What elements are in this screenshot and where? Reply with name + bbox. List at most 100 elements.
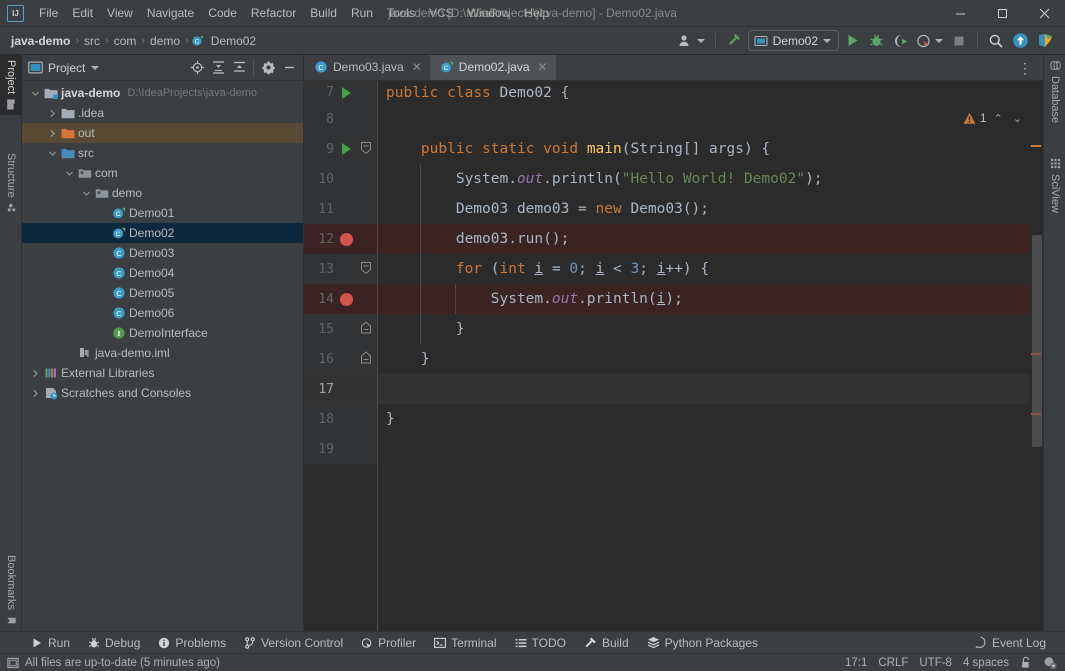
code-line-19[interactable]: 19 (304, 434, 1043, 464)
sidebar-item-project[interactable]: Project (0, 55, 22, 116)
editor-gutter[interactable]: 13 (304, 254, 378, 284)
search-everywhere-icon[interactable] (985, 30, 1007, 52)
editor-gutter[interactable]: 10 (304, 164, 378, 194)
previous-problem-button[interactable]: ⌃ (991, 112, 1006, 125)
breakpoint-stripe-mark[interactable] (1031, 353, 1041, 355)
user-avatar-icon[interactable] (675, 30, 708, 52)
run-gutter-icon[interactable] (336, 86, 356, 99)
menu-item-code[interactable]: Code (201, 3, 244, 23)
expand-all-icon[interactable] (208, 58, 228, 78)
menu-item-run[interactable]: Run (344, 3, 380, 23)
fold-region-end-icon[interactable] (356, 321, 376, 337)
editor-gutter[interactable]: 11 (304, 194, 378, 224)
tool-window-button-profiler[interactable]: Profiler (352, 632, 425, 654)
code-line-17[interactable]: 17 (304, 374, 1043, 404)
inspections-widget[interactable]: 1 ⌃ ⌄ (963, 111, 1025, 125)
run-with-coverage-icon[interactable] (889, 30, 911, 52)
code-editor[interactable]: 7 public class Demo02 {8 9 public static v… (304, 81, 1043, 631)
editor-gutter[interactable]: 16 (304, 344, 378, 374)
editor-gutter[interactable]: 15 (304, 314, 378, 344)
close-icon[interactable]: ✕ (538, 60, 548, 74)
tree-node-demo01[interactable]: C Demo01 (22, 203, 303, 223)
breadcrumb-item-com[interactable]: com (111, 33, 140, 49)
menu-item-refactor[interactable]: Refactor (244, 3, 303, 23)
chevron-right-icon[interactable] (45, 109, 59, 118)
warning-stripe-mark[interactable] (1031, 145, 1041, 147)
debug-icon[interactable] (865, 30, 887, 52)
sidebar-item-structure[interactable]: Structure (0, 148, 22, 219)
menu-item-navigate[interactable]: Navigate (140, 3, 201, 23)
read-write-lock-icon[interactable] (1020, 656, 1032, 669)
menu-item-help[interactable]: Help (517, 3, 556, 23)
tree-node-demointerface[interactable]: I DemoInterface (22, 323, 303, 343)
line-separator[interactable]: CRLF (878, 657, 908, 669)
chevron-right-icon[interactable] (28, 389, 42, 398)
code-line-15[interactable]: 15 } (304, 314, 1043, 344)
file-encoding[interactable]: UTF-8 (919, 657, 952, 669)
stop-icon[interactable] (948, 30, 970, 52)
menu-item-build[interactable]: Build (303, 3, 344, 23)
indent-setting[interactable]: 4 spaces (963, 657, 1009, 669)
code-line-9[interactable]: 9 public static void main(String[] args)… (304, 134, 1043, 164)
fold-region-start-icon[interactable] (356, 261, 376, 277)
editor-gutter[interactable]: 18 (304, 404, 378, 434)
tree-node-demo04[interactable]: C Demo04 (22, 263, 303, 283)
code-line-18[interactable]: 18} (304, 404, 1043, 434)
chevron-down-icon[interactable] (45, 149, 59, 158)
tab-demo02-java[interactable]: C Demo02.java ✕ (429, 55, 556, 80)
scrollbar-thumb[interactable] (1032, 235, 1042, 447)
sidebar-item-sciview[interactable]: SciView (1044, 153, 1065, 218)
settings-gear-icon[interactable] (258, 58, 278, 78)
editor-scrollbar[interactable] (1029, 107, 1043, 631)
editor-gutter[interactable]: 17 (304, 374, 378, 404)
tree-node-demo06[interactable]: C Demo06 (22, 303, 303, 323)
tool-window-button-terminal[interactable]: Terminal (425, 632, 505, 654)
breakpoint-stripe-mark-2[interactable] (1031, 413, 1041, 415)
code-line-16[interactable]: 16 } (304, 344, 1043, 374)
tree-node-scratches-and-consoles[interactable]: Scratches and Consoles (22, 383, 303, 403)
tree-node-demo03[interactable]: C Demo03 (22, 243, 303, 263)
breadcrumb-item-demo02[interactable]: C Demo02 (191, 33, 259, 49)
tree-node--idea[interactable]: .idea (22, 103, 303, 123)
project-tree[interactable]: java-demo D:\IdeaProjects\java-demo .idea o… (22, 81, 303, 631)
fold-region-end-icon[interactable] (356, 351, 376, 367)
tool-window-button-todo[interactable]: TODO (506, 632, 575, 654)
select-opened-file-icon[interactable] (187, 58, 207, 78)
tool-window-button-run[interactable]: Run (22, 632, 79, 654)
chevron-down-icon[interactable] (62, 169, 76, 178)
more-options-icon[interactable]: ⋮ (1013, 61, 1037, 75)
chevron-right-icon[interactable] (28, 369, 42, 378)
sidebar-item-database[interactable]: Database (1044, 55, 1065, 128)
run-gutter-icon[interactable] (336, 143, 356, 155)
menu-item-view[interactable]: View (100, 3, 140, 23)
hammer-update-icon[interactable] (723, 30, 746, 52)
menu-item-window[interactable]: Window (461, 3, 518, 23)
maximize-button[interactable] (981, 0, 1023, 27)
code-line-14[interactable]: 14 System.out.println(i); (304, 284, 1043, 314)
editor-gutter[interactable]: 14 (304, 284, 378, 314)
code-line-12[interactable]: 12 demo03.run(); (304, 224, 1043, 254)
tree-node-java-demo-iml[interactable]: java-demo.iml (22, 343, 303, 363)
fold-region-start-icon[interactable] (356, 141, 376, 157)
menu-item-tools[interactable]: Tools (380, 3, 422, 23)
tree-node-demo05[interactable]: C Demo05 (22, 283, 303, 303)
tree-node-java-demo[interactable]: java-demo D:\IdeaProjects\java-demo (22, 83, 303, 103)
updates-available-icon[interactable] (1009, 30, 1032, 52)
menu-item-edit[interactable]: Edit (65, 3, 100, 23)
code-line-10[interactable]: 10 System.out.println("Hello World! Demo… (304, 164, 1043, 194)
run-configuration-selector[interactable]: Demo02 (747, 30, 839, 51)
tool-window-button-python-packages[interactable]: Python Packages (638, 632, 767, 654)
profiler-icon[interactable] (913, 30, 946, 52)
breakpoint-icon[interactable] (336, 292, 356, 306)
editor-gutter[interactable]: 8 (304, 104, 378, 134)
collapse-all-icon[interactable] (229, 58, 249, 78)
tool-window-button-build[interactable]: Build (575, 632, 638, 654)
tool-window-button-debug[interactable]: Debug (79, 632, 149, 654)
code-line-11[interactable]: 11 Demo03 demo03 = new Demo03(); (304, 194, 1043, 224)
tool-window-button-version-control[interactable]: Version Control (235, 632, 352, 654)
editor-gutter[interactable]: 9 (304, 134, 378, 164)
breadcrumb-item-src[interactable]: src (81, 33, 103, 49)
code-line-7[interactable]: 7 public class Demo02 { (304, 81, 1043, 104)
tree-node-com[interactable]: com (22, 163, 303, 183)
chevron-right-icon[interactable] (45, 129, 59, 138)
